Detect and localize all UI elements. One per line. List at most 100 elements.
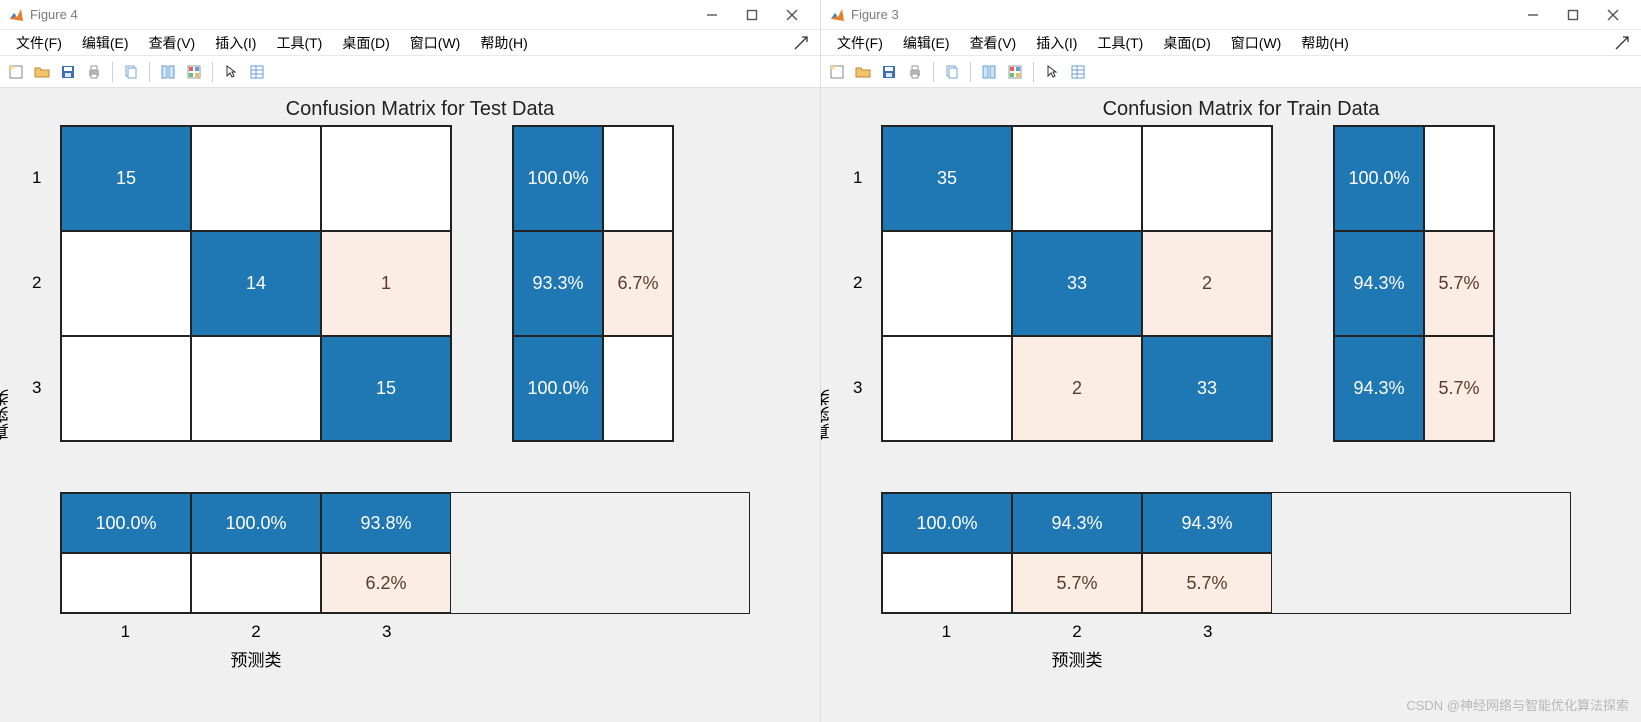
- col-wrong-pct: 5.7%: [1142, 553, 1272, 613]
- dock-icon[interactable]: [1615, 36, 1629, 50]
- matrix-cell: 1: [321, 231, 451, 336]
- minimize-button[interactable]: [1513, 1, 1553, 29]
- row-wrong-pct: [1424, 126, 1494, 231]
- copy-button[interactable]: [119, 60, 143, 84]
- row-correct-pct: 93.3%: [513, 231, 603, 336]
- minimize-button[interactable]: [692, 1, 732, 29]
- x-axis-label: 预测类: [881, 646, 1273, 671]
- menu-insert[interactable]: 插入(I): [205, 31, 266, 55]
- close-button[interactable]: [772, 1, 812, 29]
- matrix-cell: [1012, 126, 1142, 231]
- maximize-button[interactable]: [732, 1, 772, 29]
- menu-bar: 文件(F) 编辑(E) 查看(V) 插入(I) 工具(T) 桌面(D) 窗口(W…: [821, 30, 1641, 56]
- col-correct-pct: 94.3%: [1142, 493, 1272, 553]
- menu-help[interactable]: 帮助(H): [1291, 31, 1358, 55]
- menu-edit[interactable]: 编辑(E): [893, 31, 960, 55]
- link-axes-button[interactable]: [977, 60, 1001, 84]
- matrix-cell: [191, 336, 321, 441]
- matrix-cell: [882, 231, 1012, 336]
- menu-edit[interactable]: 编辑(E): [72, 31, 139, 55]
- row-correct-pct: 100.0%: [513, 336, 603, 441]
- colorbar-button[interactable]: [182, 60, 206, 84]
- row-wrong-pct: 5.7%: [1424, 336, 1494, 441]
- col-wrong-pct: [191, 553, 321, 613]
- col-wrong-pct: 5.7%: [1012, 553, 1142, 613]
- pointer-button[interactable]: [1040, 60, 1064, 84]
- plot-area: Confusion Matrix for Train Data 真实类 123 …: [821, 88, 1641, 722]
- menu-file[interactable]: 文件(F): [827, 31, 893, 55]
- matrix-cell: 15: [61, 126, 191, 231]
- watermark-text: CSDN @神经网络与智能优化算法探索: [1406, 695, 1629, 714]
- matrix-cell: 33: [1142, 336, 1272, 441]
- window-title: Figure 4: [30, 7, 78, 22]
- row-correct-pct: 100.0%: [1334, 126, 1424, 231]
- row-wrong-pct: 5.7%: [1424, 231, 1494, 336]
- matrix-cell: [61, 336, 191, 441]
- menu-tools[interactable]: 工具(T): [1087, 31, 1153, 55]
- matlab-icon: [829, 7, 845, 23]
- property-editor-button[interactable]: [245, 60, 269, 84]
- print-button[interactable]: [903, 60, 927, 84]
- menu-window[interactable]: 窗口(W): [400, 31, 471, 55]
- menu-help[interactable]: 帮助(H): [470, 31, 537, 55]
- matrix-cell: 14: [191, 231, 321, 336]
- col-correct-pct: 94.3%: [1012, 493, 1142, 553]
- toolbar: [0, 56, 820, 88]
- menu-window[interactable]: 窗口(W): [1221, 31, 1292, 55]
- menu-tools[interactable]: 工具(T): [266, 31, 332, 55]
- menu-view[interactable]: 查看(V): [960, 31, 1027, 55]
- dock-icon[interactable]: [794, 36, 808, 50]
- open-button[interactable]: [30, 60, 54, 84]
- menu-view[interactable]: 查看(V): [139, 31, 206, 55]
- col-wrong-pct: [882, 553, 1012, 613]
- pointer-button[interactable]: [219, 60, 243, 84]
- chart-title: Confusion Matrix for Test Data: [40, 98, 800, 121]
- row-correct-pct: 94.3%: [1334, 336, 1424, 441]
- title-bar[interactable]: Figure 3: [821, 0, 1641, 30]
- new-figure-button[interactable]: [4, 60, 28, 84]
- menu-insert[interactable]: 插入(I): [1026, 31, 1087, 55]
- col-correct-pct: 100.0%: [191, 493, 321, 553]
- col-correct-pct: 93.8%: [321, 493, 451, 553]
- x-axis-label: 预测类: [60, 646, 452, 671]
- row-wrong-pct: [603, 336, 673, 441]
- link-axes-button[interactable]: [156, 60, 180, 84]
- col-summary: 100.0%94.3%94.3%5.7%5.7%: [881, 492, 1571, 614]
- matrix-cell: 35: [882, 126, 1012, 231]
- menu-desktop[interactable]: 桌面(D): [1153, 31, 1220, 55]
- matrix-cell: [321, 126, 451, 231]
- close-button[interactable]: [1593, 1, 1633, 29]
- print-button[interactable]: [82, 60, 106, 84]
- open-button[interactable]: [851, 60, 875, 84]
- y-tick-labels: 123: [32, 125, 41, 440]
- chart-title: Confusion Matrix for Train Data: [861, 98, 1621, 121]
- matrix-cell: 2: [1142, 231, 1272, 336]
- col-correct-pct: 100.0%: [882, 493, 1012, 553]
- property-editor-button[interactable]: [1066, 60, 1090, 84]
- row-summary: 100.0%93.3%6.7%100.0%: [512, 125, 674, 442]
- copy-button[interactable]: [940, 60, 964, 84]
- menu-file[interactable]: 文件(F): [6, 31, 72, 55]
- matrix-cell: [191, 126, 321, 231]
- matrix-cell: 15: [321, 336, 451, 441]
- row-correct-pct: 100.0%: [513, 126, 603, 231]
- matrix-cell: 33: [1012, 231, 1142, 336]
- save-button[interactable]: [877, 60, 901, 84]
- maximize-button[interactable]: [1553, 1, 1593, 29]
- col-summary: 100.0%100.0%93.8%6.2%: [60, 492, 750, 614]
- matlab-icon: [8, 7, 24, 23]
- workspace: Figure 4 文件(F) 编辑(E) 查看(V) 插入(I) 工具(T) 桌…: [0, 0, 1641, 722]
- colorbar-button[interactable]: [1003, 60, 1027, 84]
- confusion-matrix: 35332233: [881, 125, 1273, 442]
- row-summary: 100.0%94.3%5.7%94.3%5.7%: [1333, 125, 1495, 442]
- window-title: Figure 3: [851, 7, 899, 22]
- y-axis-label: 真实类: [821, 125, 836, 440]
- toolbar: [821, 56, 1641, 88]
- x-tick-labels: 123: [60, 622, 452, 642]
- title-bar[interactable]: Figure 4: [0, 0, 820, 30]
- menu-desktop[interactable]: 桌面(D): [332, 31, 399, 55]
- save-button[interactable]: [56, 60, 80, 84]
- new-figure-button[interactable]: [825, 60, 849, 84]
- matrix-cell: [882, 336, 1012, 441]
- col-wrong-pct: [61, 553, 191, 613]
